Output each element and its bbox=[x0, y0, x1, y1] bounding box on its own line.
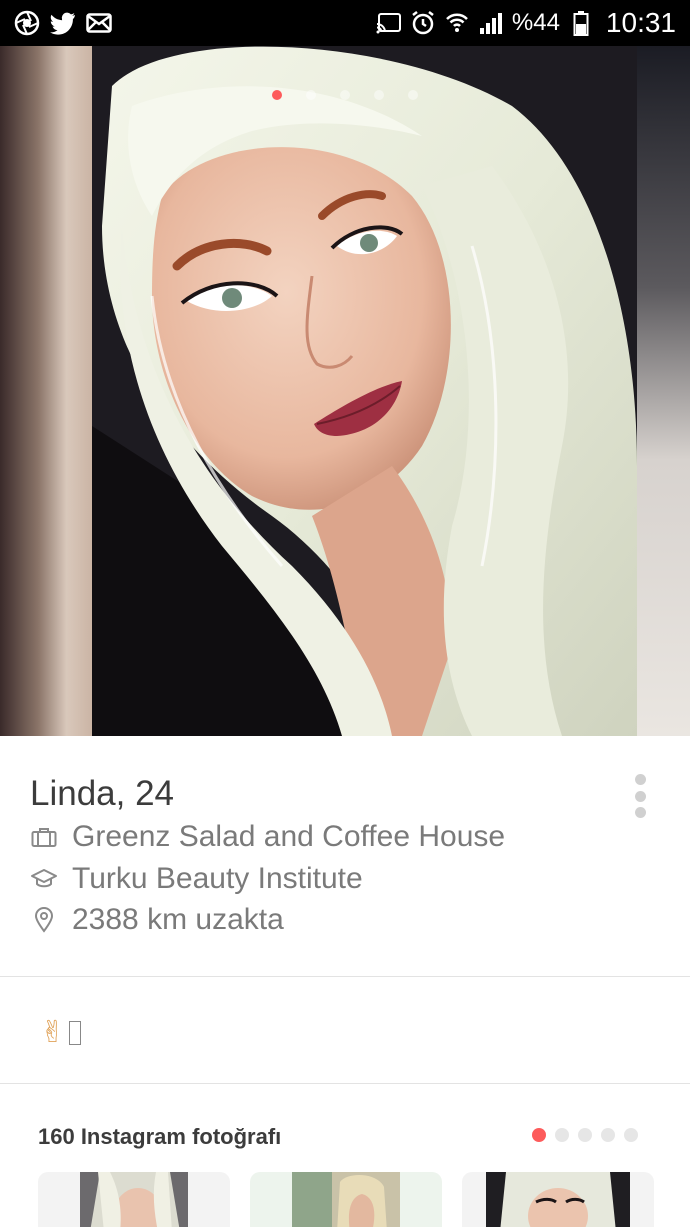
more-dot bbox=[634, 807, 646, 818]
alarm-icon bbox=[410, 10, 436, 36]
status-bar-right: %44 10:31 bbox=[376, 7, 676, 39]
pagination-dot[interactable] bbox=[306, 90, 316, 100]
profile-name: Linda bbox=[30, 774, 116, 813]
pagination-dot[interactable] bbox=[532, 1128, 546, 1142]
pagination-dot[interactable] bbox=[601, 1128, 615, 1142]
missing-glyph bbox=[69, 1020, 82, 1045]
instagram-thumbnails bbox=[38, 1172, 654, 1227]
photo-pagination bbox=[0, 90, 690, 100]
graduation-cap-icon bbox=[30, 865, 58, 893]
distance-row: 2388 km uzakta bbox=[30, 903, 284, 937]
pagination-dot[interactable] bbox=[340, 90, 350, 100]
profile-photo[interactable] bbox=[0, 46, 690, 736]
job-row: Greenz Salad and Coffee House bbox=[30, 820, 505, 854]
wifi-icon bbox=[444, 10, 470, 36]
briefcase-icon bbox=[30, 823, 58, 851]
pagination-dot[interactable] bbox=[624, 1128, 638, 1142]
battery-percent: %44 bbox=[511, 9, 560, 36]
instagram-thumbnail[interactable] bbox=[462, 1172, 654, 1227]
more-dot bbox=[634, 774, 646, 785]
twitter-icon bbox=[50, 10, 76, 36]
profile-photo-image bbox=[92, 46, 637, 736]
pagination-dot[interactable] bbox=[408, 90, 418, 100]
status-bar: %44 10:31 bbox=[0, 0, 690, 46]
bio-text: ✌ bbox=[40, 1015, 82, 1050]
clock: 10:31 bbox=[605, 7, 676, 38]
instagram-pagination bbox=[532, 1128, 638, 1142]
battery-icon bbox=[568, 10, 594, 36]
instagram-thumbnail[interactable] bbox=[250, 1172, 442, 1227]
more-options-button[interactable] bbox=[630, 774, 650, 818]
cast-icon bbox=[376, 10, 402, 36]
signal-icon bbox=[478, 10, 504, 36]
pagination-dot[interactable] bbox=[272, 90, 282, 100]
instagram-thumbnail[interactable] bbox=[38, 1172, 230, 1227]
instagram-title: 160 Instagram fotoğrafı bbox=[38, 1124, 282, 1149]
school-row: Turku Beauty Institute bbox=[30, 862, 363, 896]
bio-section: ✌ bbox=[0, 977, 690, 1083]
profile-info: Linda, 24 Greenz Salad and Coffee House … bbox=[0, 736, 690, 976]
name-age: Linda, 24 bbox=[30, 774, 174, 814]
photo-blur-left bbox=[0, 46, 95, 736]
name-age-separator: , bbox=[115, 774, 136, 813]
photo-blur-right bbox=[635, 46, 690, 736]
profile-age: 24 bbox=[135, 774, 175, 813]
job-text: Greenz Salad and Coffee House bbox=[72, 820, 506, 853]
pagination-dot[interactable] bbox=[578, 1128, 592, 1142]
mail-icon bbox=[86, 10, 112, 36]
more-dot bbox=[634, 790, 646, 802]
location-pin-icon bbox=[30, 906, 58, 934]
pagination-dot[interactable] bbox=[555, 1128, 569, 1142]
school-text: Turku Beauty Institute bbox=[72, 862, 363, 895]
status-bar-left bbox=[14, 10, 112, 36]
instagram-section: 160 Instagram fotoğrafı bbox=[0, 1084, 690, 1227]
distance-text: 2388 km uzakta bbox=[72, 903, 284, 936]
pagination-dot[interactable] bbox=[374, 90, 384, 100]
camera-shutter-icon bbox=[14, 10, 40, 36]
victory-hand-emoji: ✌ bbox=[40, 1016, 66, 1049]
